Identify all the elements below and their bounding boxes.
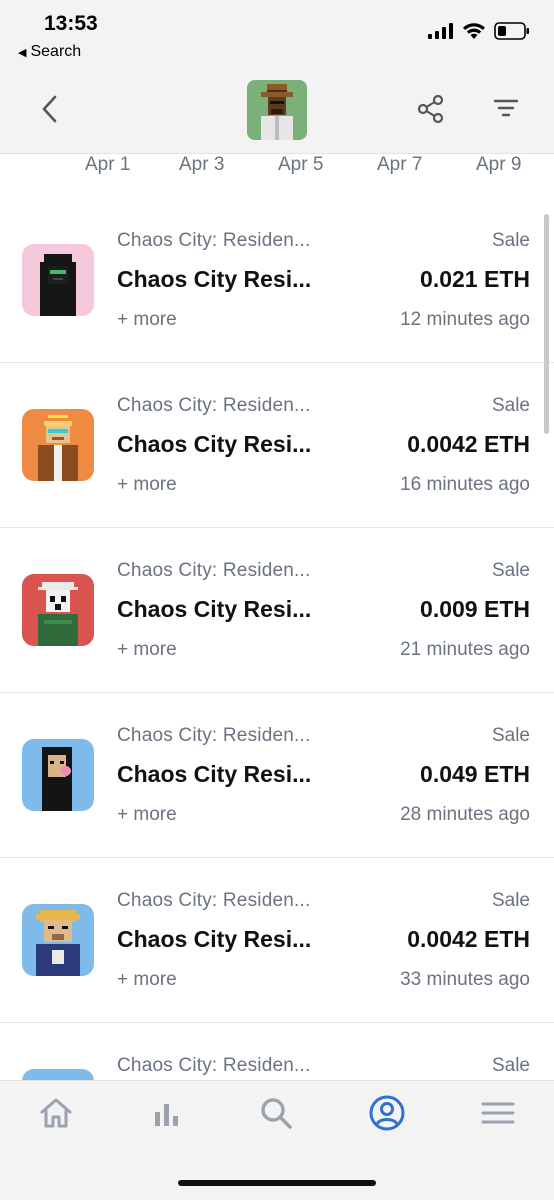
bubblegum-character-image	[22, 739, 94, 811]
date-label: Apr 1	[85, 154, 131, 175]
more-link[interactable]: + more	[117, 969, 177, 991]
hooded-character-image	[22, 244, 94, 316]
date-axis: Apr 1 Apr 3 Apr 5 Apr 7 Apr 9	[0, 154, 554, 202]
activity-list[interactable]: Chaos City: Residen... Chaos City Resi..…	[0, 198, 554, 1080]
stats-icon	[155, 1104, 178, 1126]
item-name[interactable]: Chaos City Resi...	[117, 926, 311, 953]
timestamp: 16 minutes ago	[400, 474, 530, 495]
price: 0.0042 ETH	[407, 926, 530, 952]
filter-icon	[493, 99, 519, 117]
item-name[interactable]: Chaos City Resi...	[117, 266, 311, 293]
status-icons	[428, 22, 530, 40]
spiky-hair-character-image	[22, 904, 94, 976]
more-link[interactable]: + more	[117, 474, 177, 496]
status-bar: 13:53 ◀ Search	[0, 0, 554, 70]
collection-name: Chaos City: Residen...	[117, 890, 311, 911]
profile-icon	[369, 1095, 405, 1131]
search-icon	[261, 1098, 292, 1129]
status-time: 13:53	[44, 12, 98, 35]
more-link[interactable]: + more	[117, 804, 177, 826]
event-type: Sale	[491, 725, 530, 746]
tab-profile[interactable]	[362, 1093, 412, 1133]
nft-thumbnail	[22, 409, 94, 481]
activity-row[interactable]: Chaos City: Residen... Chaos City Resi..…	[0, 858, 554, 1023]
home-indicator[interactable]	[178, 1180, 376, 1186]
timestamp: 12 minutes ago	[400, 309, 530, 330]
price: 0.049 ETH	[420, 761, 530, 787]
back-app-label: Search	[30, 43, 82, 60]
nft-thumbnail	[22, 1069, 94, 1080]
battery-icon	[494, 22, 529, 40]
date-label: Apr 3	[179, 154, 225, 175]
scrollbar[interactable]	[544, 214, 549, 434]
nft-thumbnail	[22, 739, 94, 811]
activity-row[interactable]: Chaos City: Residen... Chaos City Resi..…	[0, 198, 554, 363]
collection-name: Chaos City: Residen...	[117, 560, 311, 581]
item-name[interactable]: Chaos City Resi...	[117, 761, 311, 788]
timestamp: 21 minutes ago	[400, 639, 530, 660]
wifi-icon	[463, 23, 485, 39]
event-type: Sale	[491, 230, 530, 251]
cowboy-avatar-image	[247, 80, 307, 140]
event-type: Sale	[491, 890, 530, 911]
nft-thumbnail	[22, 904, 94, 976]
tab-home[interactable]	[31, 1093, 81, 1133]
collection-name: Chaos City: Residen...	[117, 725, 311, 746]
event-type: Sale	[491, 1055, 530, 1076]
character-image	[22, 1069, 94, 1080]
collection-avatar[interactable]	[247, 80, 307, 140]
nft-thumbnail	[22, 574, 94, 646]
tab-menu[interactable]	[473, 1093, 523, 1133]
signal-icon	[428, 23, 453, 39]
activity-row[interactable]: Chaos City: Residen... Chaos City Resi..…	[0, 693, 554, 858]
date-label: Apr 9	[476, 154, 522, 175]
filter-button[interactable]	[492, 96, 520, 125]
share-icon	[417, 94, 444, 124]
menu-icon	[481, 1102, 515, 1124]
home-icon	[40, 1098, 72, 1128]
activity-row[interactable]: Chaos City: Residen... Sale	[0, 1023, 554, 1080]
more-link[interactable]: + more	[117, 309, 177, 331]
item-name[interactable]: Chaos City Resi...	[117, 596, 311, 623]
back-triangle-icon: ◀	[18, 46, 27, 59]
nft-thumbnail	[22, 244, 94, 316]
event-type: Sale	[491, 395, 530, 416]
nav-bar	[0, 70, 554, 154]
date-label: Apr 7	[377, 154, 423, 175]
more-link[interactable]: + more	[117, 639, 177, 661]
collection-name: Chaos City: Residen...	[117, 230, 311, 251]
collection-name: Chaos City: Residen...	[117, 395, 311, 416]
timestamp: 33 minutes ago	[400, 969, 530, 990]
date-label: Apr 5	[278, 154, 324, 175]
item-name[interactable]: Chaos City Resi...	[117, 431, 311, 458]
activity-row[interactable]: Chaos City: Residen... Chaos City Resi..…	[0, 363, 554, 528]
chevron-left-icon	[42, 95, 57, 123]
timestamp: 28 minutes ago	[400, 804, 530, 825]
collection-name: Chaos City: Residen...	[117, 1055, 311, 1076]
share-button[interactable]	[416, 94, 446, 129]
tab-stats[interactable]	[141, 1093, 191, 1133]
back-button[interactable]	[34, 92, 64, 126]
halo-character-image	[22, 409, 94, 481]
back-to-app-link[interactable]: ◀ Search	[18, 43, 81, 61]
price: 0.009 ETH	[420, 596, 530, 622]
activity-row[interactable]: Chaos City: Residen... Chaos City Resi..…	[0, 528, 554, 693]
ghost-mask-character-image	[22, 574, 94, 646]
price: 0.021 ETH	[420, 266, 530, 292]
tab-search[interactable]	[251, 1093, 301, 1133]
event-type: Sale	[491, 560, 530, 581]
price: 0.0042 ETH	[407, 431, 530, 457]
